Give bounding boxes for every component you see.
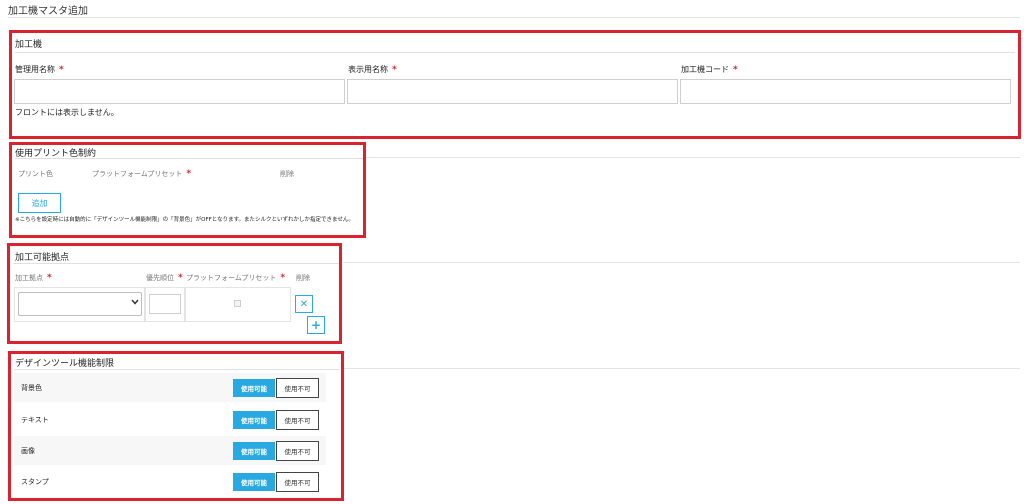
- add-location-button[interactable]: +: [307, 316, 325, 334]
- platform-preset-column: プラットフォームプリセット *: [92, 169, 192, 179]
- machine-code-input[interactable]: [680, 79, 1011, 104]
- feature-row-text: テキスト 使用可能 使用不可: [14, 405, 326, 434]
- required-mark: *: [47, 273, 52, 283]
- machine-code-label: 加工機コード *: [681, 65, 738, 75]
- locations-section-title: 加工可能拠点: [15, 253, 70, 263]
- plus-icon: +: [310, 318, 322, 332]
- admin-name-label: 管理用名称 *: [15, 65, 64, 75]
- location-column: 加工拠点 *: [15, 273, 52, 283]
- locations-divider-right: [343, 262, 1020, 263]
- machine-section-title: 加工機: [15, 40, 43, 50]
- feature-label: テキスト: [21, 416, 49, 424]
- feature-label: スタンプ: [21, 478, 49, 486]
- design-tool-divider-right: [344, 368, 1020, 369]
- title-divider: [8, 17, 1020, 18]
- disable-button[interactable]: 使用不可: [276, 472, 319, 492]
- page-title: 加工機マスタ追加: [8, 6, 88, 17]
- print-color-divider-right: [365, 157, 1020, 158]
- required-mark: *: [178, 273, 183, 283]
- admin-name-input[interactable]: [14, 79, 345, 104]
- design-tool-section-title: デザインツール機能制限: [15, 359, 115, 369]
- required-mark: *: [186, 169, 192, 179]
- display-name-label: 表示用名称 *: [348, 65, 397, 75]
- priority-input[interactable]: [149, 294, 181, 314]
- preset-column: プラットフォームプリセット *: [186, 273, 286, 283]
- enable-button[interactable]: 使用可能: [233, 379, 275, 397]
- print-color-column: プリント色: [18, 170, 53, 178]
- print-color-divider: [15, 158, 363, 159]
- chevron-down-icon: [131, 298, 139, 307]
- delete-location-button[interactable]: ✕: [295, 295, 313, 313]
- close-icon: ✕: [299, 298, 309, 310]
- location-select[interactable]: [18, 292, 142, 316]
- enable-button[interactable]: 使用可能: [233, 473, 275, 491]
- disable-button[interactable]: 使用不可: [276, 441, 319, 461]
- feature-label: 背景色: [21, 384, 42, 392]
- feature-row-background-color: 背景色 使用可能 使用不可: [14, 373, 326, 402]
- delete-column: 削除: [280, 170, 294, 178]
- locations-divider: [13, 263, 339, 264]
- display-name-input[interactable]: [347, 79, 678, 104]
- required-mark: *: [733, 65, 738, 75]
- machine-section-divider: [15, 52, 1015, 53]
- feature-label: 画像: [21, 447, 35, 455]
- add-print-color-button[interactable]: 追加: [18, 193, 61, 213]
- enable-button[interactable]: 使用可能: [233, 442, 275, 460]
- location-delete-column: 削除: [296, 274, 310, 282]
- required-mark: *: [392, 65, 397, 75]
- required-mark: *: [280, 273, 286, 283]
- disable-button[interactable]: 使用不可: [276, 410, 319, 430]
- enable-button[interactable]: 使用可能: [233, 411, 275, 429]
- feature-row-stamp: スタンプ 使用可能 使用不可: [14, 467, 326, 496]
- priority-column: 優先順位 *: [146, 273, 183, 283]
- feature-row-image: 画像 使用可能 使用不可: [14, 436, 326, 465]
- disable-button[interactable]: 使用不可: [276, 378, 319, 398]
- preset-checkbox[interactable]: [234, 300, 241, 307]
- print-color-note: ※こちらを設定時には自動的に「デザインツール機能制限」の「背景色」がOFFとなり…: [15, 217, 354, 223]
- design-tool-divider: [14, 369, 340, 370]
- front-hidden-note: フロントには表示しません。: [15, 108, 119, 117]
- required-mark: *: [59, 65, 64, 75]
